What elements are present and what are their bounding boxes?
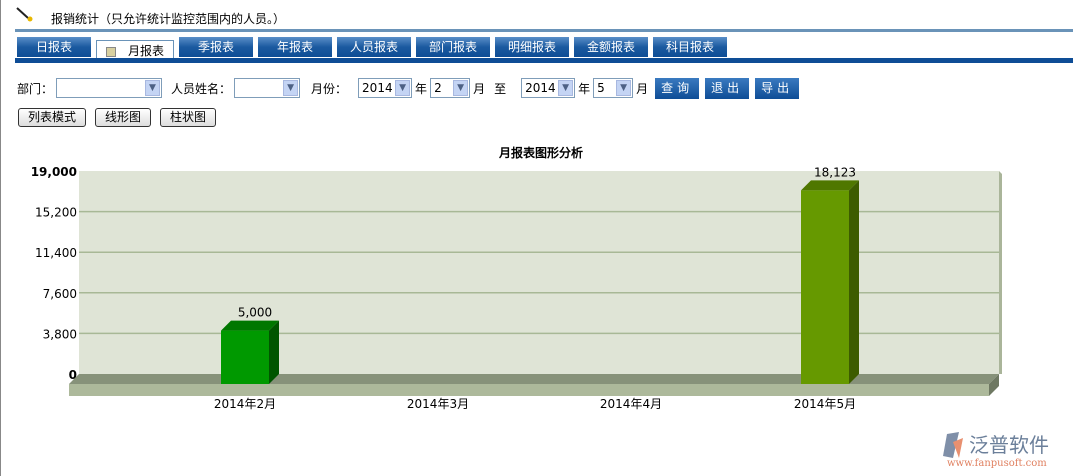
bar-top [801,180,859,191]
plot-background [79,171,999,374]
from-month-value: 2 [434,81,442,95]
tab-label: 人员报表 [349,40,398,54]
view-mode-buttons: 列表模式 线形图 柱状图 [18,108,217,127]
chevron-down-icon: ▼ [395,80,411,96]
year-unit: 年 [578,81,591,96]
to-label: 至 [494,81,507,96]
tab-3[interactable]: 年报表 [258,37,332,57]
tab-5[interactable]: 部门报表 [416,37,490,57]
svg-text:泛普软件: 泛普软件 [969,433,1049,457]
data-label: 18,123 [814,165,856,179]
month-unit: 月 [473,81,486,96]
chevron-down-icon: ▼ [283,80,299,96]
divider [15,29,1073,32]
svg-text:www.fanpusoft.com: www.fanpusoft.com [947,458,1047,469]
plot-side [999,171,1002,374]
floor-front [69,384,989,396]
page-title: 报销统计（只允许统计监控范围内的人员。） [51,12,286,26]
month-unit: 月 [636,81,649,96]
tab-bar-underline [15,58,1073,63]
tab-label: 日报表 [35,40,72,54]
chevron-down-icon: ▼ [558,80,574,96]
tab-label: 明细报表 [507,40,556,54]
chart-title: 月报表图形分析 [498,145,583,160]
from-year-select[interactable]: 2014 ▼ [358,78,413,98]
to-year-select[interactable]: 2014 ▼ [521,78,576,98]
tab-0[interactable]: 日报表 [17,37,91,57]
dept-select[interactable]: ▼ [56,78,163,98]
bar-top [221,320,279,331]
tab-marker-icon [105,46,116,57]
floor-top [69,374,999,384]
list-mode-button[interactable]: 列表模式 [18,108,87,127]
month-label: 月份： [311,81,348,96]
exit-button[interactable]: 退出 [705,77,750,99]
line-chart-button[interactable]: 线形图 [95,108,152,127]
tab-label: 年报表 [276,40,313,54]
year-unit: 年 [415,81,428,96]
y-tick-label: 19,000 [31,165,77,179]
person-select[interactable]: ▼ [234,78,301,98]
x-tick-label: 2014年2月 [214,397,276,411]
bar-chart: 月报表图形分析03,8007,60011,40015,20019,0002014… [31,145,1002,411]
y-tick-label: 15,200 [35,206,77,220]
x-tick-label: 2014年5月 [794,397,856,411]
data-label: 5,000 [238,306,272,320]
tab-2[interactable]: 季报表 [179,37,253,57]
to-year-value: 2014 [525,81,556,95]
pen-icon [15,6,35,22]
tab-7[interactable]: 金额报表 [574,37,648,57]
y-tick-label: 11,400 [35,246,77,260]
bar-side [269,320,279,384]
export-button[interactable]: 导出 [755,77,800,99]
filter-bar: 部门： ▼ 人员姓名： ▼ 月份： 2014 ▼ 年 2 ▼ 月 至 2014 ▼ 年… [17,77,800,99]
chevron-down-icon: ▼ [616,80,632,96]
tab-4[interactable]: 人员报表 [337,37,411,57]
logo: 泛普软件 www.fanpusoft.com [939,428,1069,470]
tab-label: 季报表 [197,40,234,54]
x-tick-label: 2014年4月 [600,397,662,411]
bar [801,190,849,384]
chevron-down-icon: ▼ [145,80,161,96]
chevron-down-icon: ▼ [453,80,469,96]
from-year-value: 2014 [362,81,393,95]
bar [221,330,269,384]
from-month-select[interactable]: 2 ▼ [430,78,471,98]
person-label: 人员姓名： [171,81,232,96]
to-month-value: 5 [597,81,605,95]
dept-label: 部门： [17,81,54,96]
tab-label: 部门报表 [428,40,477,54]
bar-side [849,180,859,384]
tab-label: 科目报表 [665,40,714,54]
y-tick-label: 7,600 [43,287,77,301]
y-tick-label: 3,800 [43,327,77,341]
to-month-select[interactable]: 5 ▼ [593,78,634,98]
tab-label: 金额报表 [586,40,635,54]
tab-label: 月报表 [127,44,164,58]
query-button[interactable]: 查询 [655,77,700,99]
tab-6[interactable]: 明细报表 [495,37,569,57]
bar-chart-button[interactable]: 柱状图 [160,108,217,127]
x-tick-label: 2014年3月 [407,397,469,411]
tab-8[interactable]: 科目报表 [653,37,727,57]
